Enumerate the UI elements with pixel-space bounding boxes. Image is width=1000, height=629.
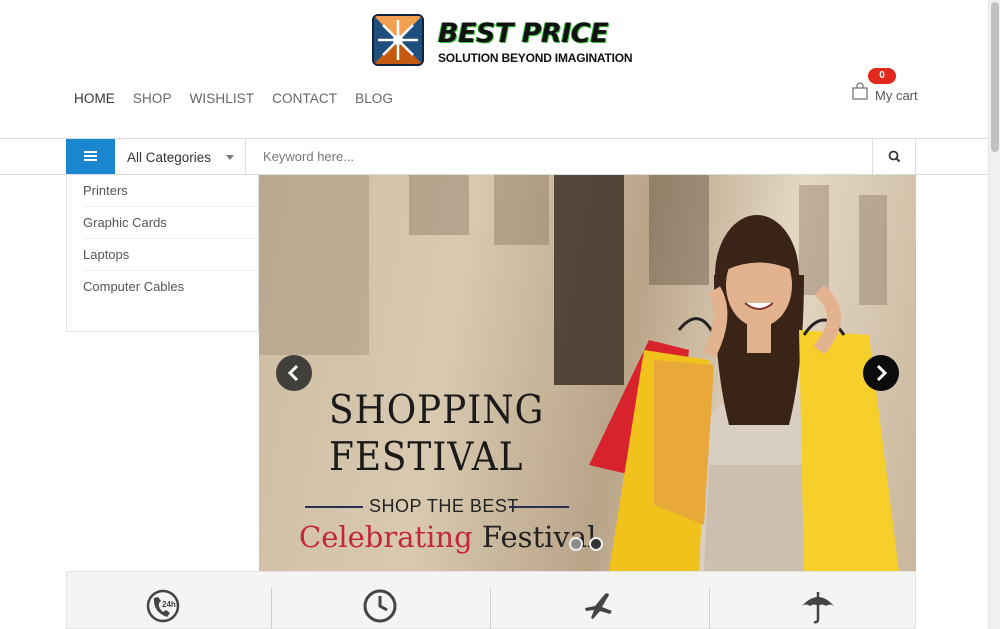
search-input[interactable]	[246, 139, 872, 174]
slider-prev-button[interactable]	[276, 355, 312, 391]
chevron-down-icon	[226, 155, 234, 160]
site-logo[interactable]: BEST PRICE SOLUTION BEYOND IMAGINATION	[372, 14, 633, 70]
umbrella-icon	[800, 586, 836, 626]
category-item-graphic-cards[interactable]: Graphic Cards	[83, 207, 259, 239]
hero-title-line1: SHOPPING	[329, 388, 545, 433]
hamburger-icon-line	[84, 155, 97, 157]
cart-count-badge: 0	[868, 68, 896, 84]
main-nav: HOME SHOP WISHLIST CONTACT BLOG	[74, 91, 411, 106]
slider-dot-2[interactable]	[589, 537, 603, 551]
search-bar: All Categories	[0, 138, 988, 175]
nav-home[interactable]: HOME	[74, 91, 115, 106]
brand-tagline: SOLUTION BEYOND IMAGINATION	[438, 51, 633, 65]
slider-dot-1[interactable]	[569, 537, 583, 551]
nav-shop[interactable]: SHOP	[133, 91, 172, 106]
hero-subtitle: SHOP THE BEST	[369, 496, 519, 516]
cart-button[interactable]: 0 My cart	[852, 68, 922, 108]
category-list: Printers Graphic Cards Laptops Computer …	[66, 175, 259, 332]
shopping-bag-icon	[852, 82, 868, 100]
logo-mark-icon	[372, 14, 424, 66]
category-item-printers[interactable]: Printers	[83, 175, 259, 207]
hamburger-icon-line	[84, 159, 97, 161]
phone-24h-icon: 24h	[145, 586, 181, 626]
chevron-right-icon	[876, 364, 888, 382]
features-strip: 24h	[66, 571, 916, 629]
category-item-computer-cables[interactable]: Computer Cables	[83, 271, 259, 303]
slider-next-button[interactable]	[863, 355, 899, 391]
brand-name: BEST PRICE	[438, 18, 609, 49]
hero-rule-left	[305, 506, 363, 508]
hero-title: SHOPPING FESTIVAL	[329, 387, 544, 481]
nav-wishlist[interactable]: WISHLIST	[190, 91, 255, 106]
vertical-scrollbar[interactable]	[988, 0, 1000, 629]
hero-slider[interactable]: SHOPPING FESTIVAL SHOP THE BEST Celebrat…	[259, 175, 916, 571]
search-icon	[888, 150, 901, 163]
feature-separator	[709, 588, 710, 629]
category-select[interactable]: All Categories	[115, 139, 246, 174]
airplane-icon	[581, 586, 617, 626]
category-select-value: All Categories	[127, 150, 212, 165]
nav-blog[interactable]: BLOG	[355, 91, 393, 106]
chevron-left-icon	[287, 364, 299, 382]
search-button[interactable]	[872, 139, 916, 174]
feature-separator	[490, 588, 491, 629]
svg-text:24h: 24h	[162, 600, 176, 609]
hero-rule-right	[509, 506, 569, 508]
hero-caption: Celebrating Festival	[299, 520, 596, 554]
scrollbar-thumb[interactable]	[991, 2, 999, 152]
clock-icon	[362, 586, 398, 626]
feature-separator	[271, 588, 272, 629]
hero-title-line2: FESTIVAL	[329, 435, 524, 480]
category-menu-button[interactable]	[66, 139, 115, 174]
nav-contact[interactable]: CONTACT	[272, 91, 337, 106]
hamburger-icon	[84, 151, 97, 153]
hero-caption-part1: Celebrating	[299, 520, 473, 554]
cart-label: My cart	[875, 88, 918, 103]
category-item-laptops[interactable]: Laptops	[83, 239, 259, 271]
